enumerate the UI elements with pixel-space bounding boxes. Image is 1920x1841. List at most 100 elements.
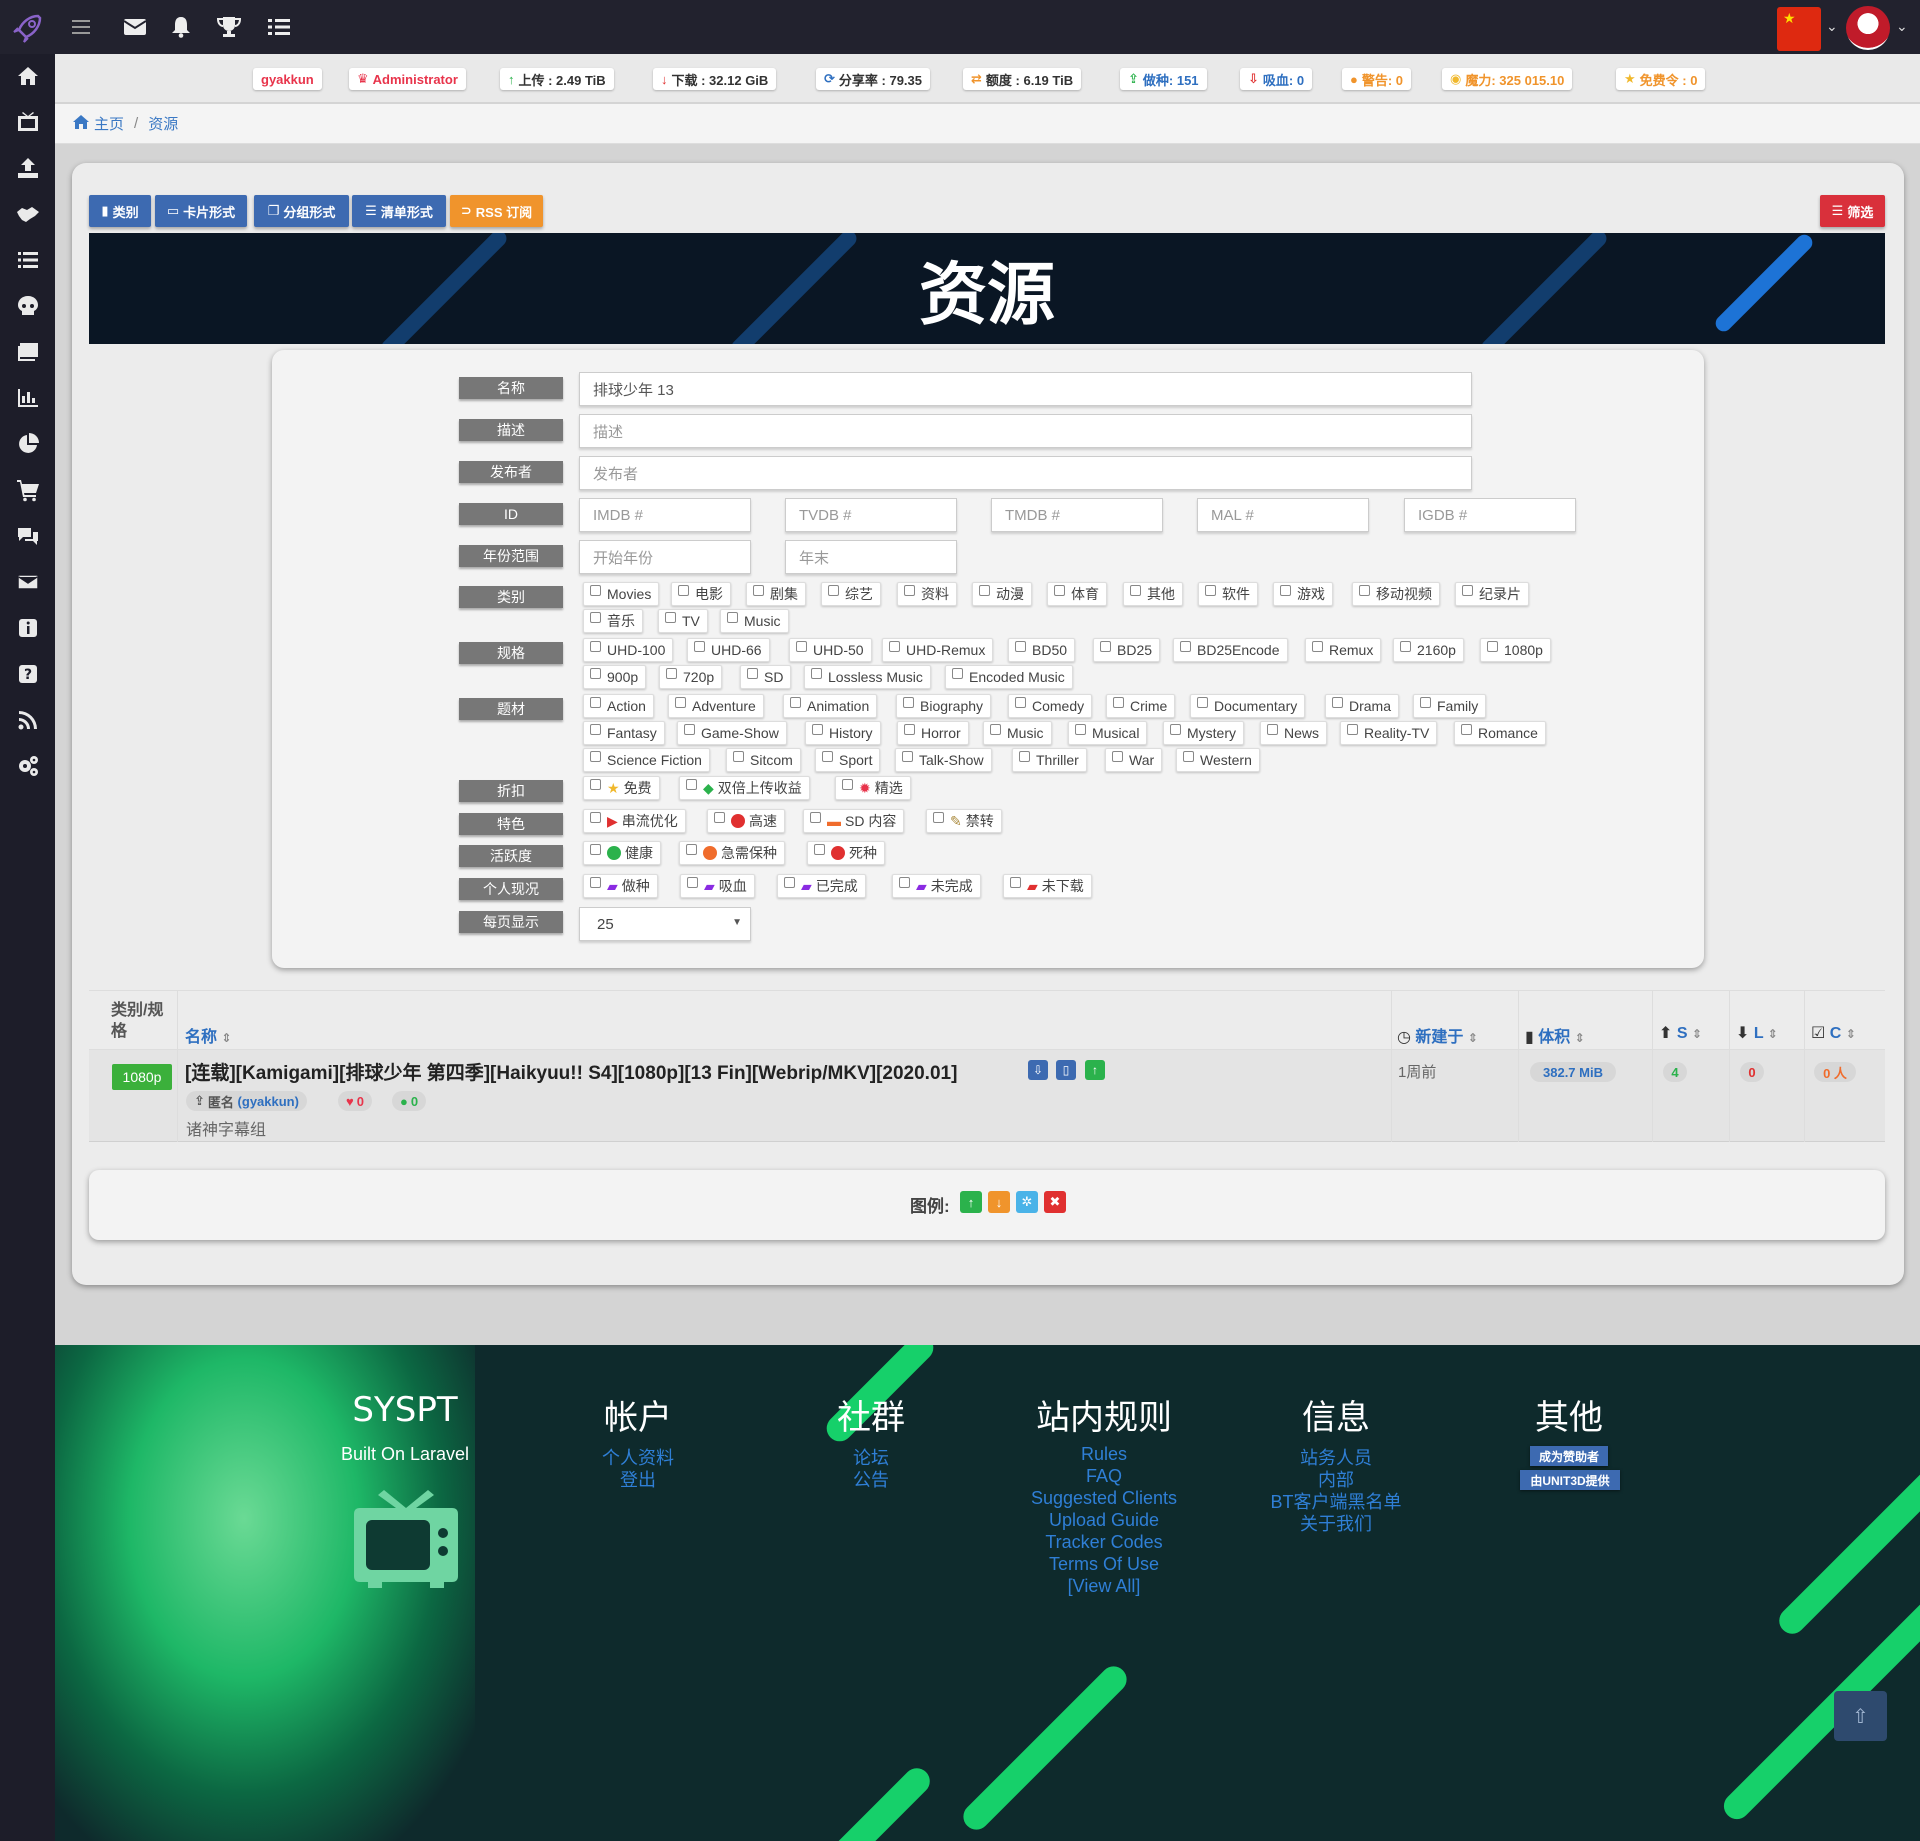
info-icon[interactable] <box>0 608 55 648</box>
freeleech-arrow-up-icon[interactable]: ↑ <box>1085 1060 1105 1080</box>
handshake-icon[interactable] <box>0 194 55 234</box>
skull-icon[interactable] <box>0 286 55 326</box>
category-checkbox[interactable]: Music <box>720 609 789 633</box>
list-view-button[interactable]: ☰ 清单形式 <box>352 195 446 227</box>
genre-checkbox[interactable]: Horror <box>897 721 969 745</box>
hamburger-menu-icon[interactable] <box>68 14 94 40</box>
category-checkbox[interactable]: 资料 <box>897 582 957 606</box>
name-search-input[interactable]: 排球少年 13 <box>579 372 1472 406</box>
resolution-checkbox[interactable]: BD25 <box>1093 638 1161 662</box>
likes-badge[interactable]: ♥ 0 <box>338 1091 372 1111</box>
genre-checkbox[interactable]: News <box>1260 721 1328 745</box>
freeleech-checkbox[interactable]: ★ 免费 <box>583 776 660 800</box>
imdb-input[interactable]: IMDB # <box>579 498 751 532</box>
resolution-badge[interactable]: 1080p <box>112 1064 172 1090</box>
footer-tracker-codes-link[interactable]: Tracker Codes <box>1004 1532 1204 1553</box>
name-column-header[interactable]: 名称 ⇕ <box>185 1023 232 1047</box>
genre-checkbox[interactable]: Reality-TV <box>1340 721 1438 745</box>
resolution-checkbox[interactable]: Remux <box>1305 638 1382 662</box>
category-checkbox[interactable]: 电影 <box>671 582 731 606</box>
footer-logout-link[interactable]: 登出 <box>538 1466 738 1492</box>
category-checkbox[interactable]: 其他 <box>1123 582 1183 606</box>
genre-checkbox[interactable]: Science Fiction <box>583 748 710 772</box>
dead-checkbox[interactable]: 死种 <box>807 841 885 865</box>
leechers-badge[interactable]: 0 <box>1740 1062 1764 1082</box>
rocket-logo-icon[interactable] <box>6 6 50 50</box>
sd-content-checkbox[interactable]: ▬ SD 内容 <box>803 809 905 833</box>
leechers-column-header[interactable]: ⬇ L ⇕ <box>1736 1023 1778 1043</box>
description-input[interactable]: 描述 <box>579 414 1472 448</box>
question-icon[interactable]: ? <box>0 654 55 694</box>
resolution-checkbox[interactable]: 2160p <box>1393 638 1464 662</box>
language-chevron-down-icon[interactable]: ⌄ <box>1826 18 1838 35</box>
tv-icon[interactable] <box>0 102 55 142</box>
featured-checkbox[interactable]: ✹ 精选 <box>835 776 911 800</box>
category-checkbox[interactable]: 动漫 <box>972 582 1032 606</box>
dying-checkbox[interactable]: 急需保种 <box>679 841 785 865</box>
download-icon[interactable]: ⇩ <box>1028 1060 1048 1080</box>
igdb-input[interactable]: IGDB # <box>1404 498 1576 532</box>
footer-suggested-clients-link[interactable]: Suggested Clients <box>1004 1488 1204 1509</box>
breadcrumb-home-link[interactable]: 主页 <box>94 113 124 134</box>
start-year-input[interactable]: 开始年份 <box>579 540 751 574</box>
warnings-stat[interactable]: ● 警告: 0 <box>1342 68 1412 90</box>
home-icon[interactable] <box>0 56 55 96</box>
genre-checkbox[interactable]: Western <box>1176 748 1260 772</box>
pie-chart-icon[interactable] <box>0 424 55 464</box>
footer-rules-link[interactable]: Rules <box>1004 1444 1204 1465</box>
tmdb-input[interactable]: TMDB # <box>991 498 1163 532</box>
user-avatar[interactable] <box>1846 6 1890 50</box>
genre-checkbox[interactable]: War <box>1105 748 1163 772</box>
resolution-checkbox[interactable]: BD50 <box>1008 638 1076 662</box>
resolution-checkbox[interactable]: Lossless Music <box>804 665 931 689</box>
category-checkbox[interactable]: 音乐 <box>583 609 643 633</box>
double-upload-checkbox[interactable]: ◆ 双倍上传收益 <box>679 776 810 800</box>
username-badge[interactable]: gyakkun <box>253 68 322 90</box>
comments-badge[interactable]: ● 0 <box>392 1091 427 1111</box>
home-icon[interactable] <box>73 114 89 133</box>
language-flag-cn[interactable]: ★ <box>1777 7 1821 51</box>
footer-view-all-link[interactable]: [View All] <box>1004 1576 1204 1597</box>
genre-checkbox[interactable]: Fantasy <box>583 721 665 745</box>
genre-checkbox[interactable]: Mystery <box>1163 721 1244 745</box>
upload-icon[interactable] <box>0 148 55 188</box>
bookmark-icon[interactable]: ▯ <box>1056 1060 1076 1080</box>
powered-by-unit3d-badge[interactable]: 由UNIT3D提供 <box>1520 1470 1620 1490</box>
footer-terms-link[interactable]: Terms Of Use <box>1004 1554 1204 1575</box>
category-checkbox[interactable]: 游戏 <box>1273 582 1333 606</box>
resolution-checkbox[interactable]: 900p <box>583 665 647 689</box>
resolution-checkbox[interactable]: UHD-Remux <box>882 638 994 662</box>
seeding-checkbox[interactable]: ▰ 做种 <box>583 874 658 898</box>
tvdb-input[interactable]: TVDB # <box>785 498 957 532</box>
not-downloaded-checkbox[interactable]: ▰ 未下载 <box>1003 874 1092 898</box>
category-checkbox[interactable]: 综艺 <box>821 582 881 606</box>
footer-faq-link[interactable]: FAQ <box>1004 1466 1204 1487</box>
bar-chart-icon[interactable] <box>0 378 55 418</box>
genre-checkbox[interactable]: History <box>805 721 881 745</box>
uploader-badge[interactable]: ⇪ 匿名 (gyakkun) <box>186 1091 307 1111</box>
mail-icon[interactable] <box>0 562 55 602</box>
end-year-input[interactable]: 年末 <box>785 540 957 574</box>
completed-badge[interactable]: 0 人 <box>1814 1062 1856 1082</box>
mal-input[interactable]: MAL # <box>1197 498 1369 532</box>
card-view-button[interactable]: ▭ 卡片形式 <box>155 195 247 227</box>
freeleech-tokens-stat[interactable]: ★ 免费令 : 0 <box>1616 68 1706 90</box>
scroll-to-top-button[interactable]: ⇧ <box>1834 1691 1887 1741</box>
resolution-checkbox[interactable]: 720p <box>659 665 723 689</box>
rss-icon[interactable] <box>0 700 55 740</box>
genre-checkbox[interactable]: Drama <box>1325 694 1400 718</box>
genre-checkbox[interactable]: Sitcom <box>726 748 801 772</box>
alive-checkbox[interactable]: 健康 <box>583 841 661 865</box>
internal-only-checkbox[interactable]: ✎ 禁转 <box>926 809 1002 833</box>
genre-checkbox[interactable]: Biography <box>896 694 992 718</box>
resolution-checkbox[interactable]: SD <box>740 665 792 689</box>
leeching-checkbox[interactable]: ▰ 吸血 <box>680 874 755 898</box>
high-speed-checkbox[interactable]: 高速 <box>707 809 785 833</box>
resolution-checkbox[interactable]: UHD-100 <box>583 638 674 662</box>
genre-checkbox[interactable]: Thriller <box>1012 748 1087 772</box>
uploader-input[interactable]: 发布者 <box>579 456 1472 490</box>
category-checkbox[interactable]: 纪录片 <box>1455 582 1529 606</box>
completed-column-header[interactable]: ☑ C ⇕ <box>1811 1023 1856 1043</box>
stream-optimized-checkbox[interactable]: ▶ 串流优化 <box>583 809 686 833</box>
images-icon[interactable] <box>0 332 55 372</box>
